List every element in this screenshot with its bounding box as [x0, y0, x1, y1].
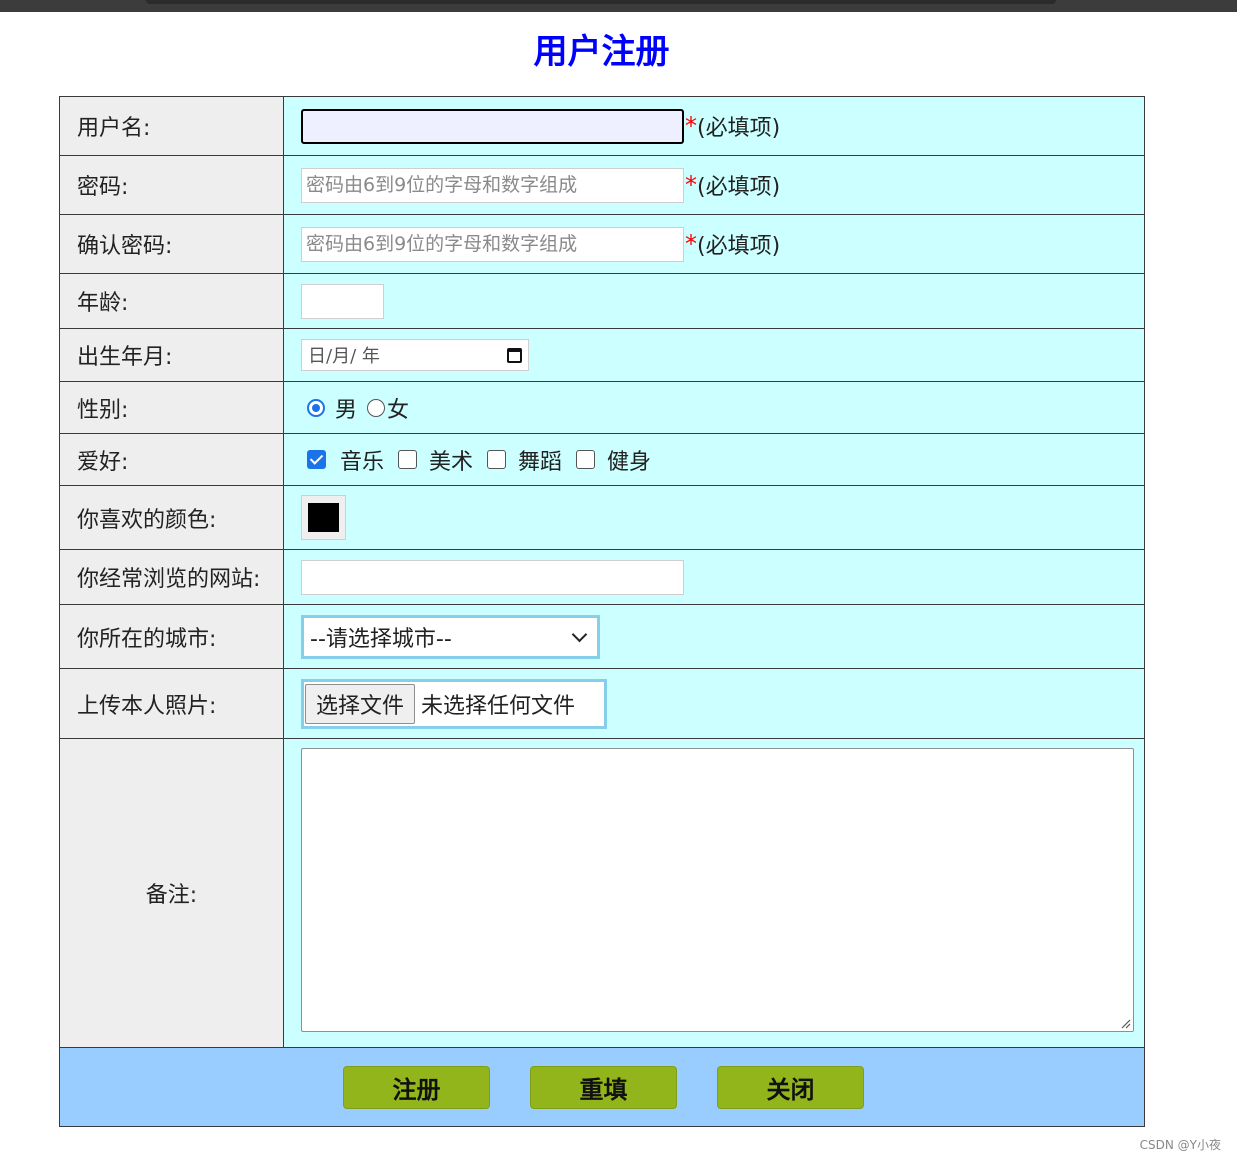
username-input[interactable]: [301, 108, 684, 144]
resize-grip-icon[interactable]: [1119, 1017, 1131, 1029]
row-age: 年龄:: [59, 273, 1145, 329]
row-hobbies: 爱好: 音乐 美术 舞蹈 健身: [59, 433, 1145, 486]
page-title: 用户注册: [533, 32, 670, 72]
close-button[interactable]: 关闭: [717, 1065, 864, 1109]
hobby-option-label: 美术: [429, 449, 474, 475]
gender-radio-female[interactable]: [367, 398, 386, 417]
birth-label: 出生年月:: [59, 328, 284, 382]
hobby-checkbox-music[interactable]: [307, 450, 326, 469]
required-hint: (必填项): [697, 234, 781, 259]
gender-option-label: 女: [387, 397, 410, 423]
row-confirm-password: 确认密码: * (必填项): [59, 214, 1145, 274]
file-status-text: 未选择任何文件: [421, 693, 576, 719]
row-password: 密码: * (必填项): [59, 155, 1145, 215]
city-label: 你所在的城市:: [59, 604, 284, 669]
required-hint: (必填项): [697, 116, 781, 141]
notes-label: 备注:: [59, 738, 284, 1048]
photo-file-input[interactable]: 选择文件 未选择任何文件: [301, 678, 607, 729]
date-format-text: 日/月/ 年: [308, 346, 380, 367]
color-picker[interactable]: [301, 495, 346, 540]
row-birth: 出生年月: 日/月/ 年: [59, 328, 1145, 382]
browser-top-bar: [0, 0, 1237, 12]
city-selected-value: --请选择城市--: [310, 626, 452, 652]
website-input[interactable]: [301, 559, 684, 595]
required-star: *: [685, 171, 697, 199]
notes-textarea[interactable]: [301, 748, 1134, 1032]
color-label: 你喜欢的颜色:: [59, 485, 284, 550]
hobby-option-label: 舞蹈: [518, 449, 563, 475]
register-button[interactable]: 注册: [343, 1065, 490, 1109]
gender-option-label: 男: [335, 397, 358, 423]
chevron-down-icon: [571, 626, 588, 642]
confirm-password-label: 确认密码:: [59, 214, 284, 274]
password-input[interactable]: [301, 167, 684, 203]
browser-tab-edge: [146, 0, 1056, 4]
confirm-password-input[interactable]: [301, 226, 684, 262]
hobby-checkbox-art[interactable]: [398, 450, 418, 469]
hobby-checkbox-fitness[interactable]: [576, 450, 596, 469]
password-label: 密码:: [59, 155, 284, 215]
row-color: 你喜欢的颜色:: [59, 485, 1145, 550]
age-input[interactable]: [301, 283, 384, 319]
city-select[interactable]: --请选择城市--: [301, 614, 600, 659]
required-star: *: [685, 230, 697, 258]
calendar-icon[interactable]: [507, 347, 522, 363]
hobby-checkbox-dance[interactable]: [487, 450, 507, 469]
watermark: CSDN @Y小夜: [1139, 1138, 1221, 1152]
row-website: 你经常浏览的网站:: [59, 549, 1145, 605]
required-star: *: [685, 112, 697, 140]
gender-radio-male[interactable]: [307, 398, 325, 417]
hobbies-label: 爱好:: [59, 433, 284, 486]
hobby-option-label: 音乐: [340, 449, 385, 475]
row-username: 用户名: * (必填项): [59, 96, 1145, 156]
row-actions: 注册 重填 关闭: [59, 1047, 1145, 1127]
birth-date-input[interactable]: 日/月/ 年: [301, 339, 529, 371]
row-notes: 备注:: [59, 738, 1145, 1048]
reset-button[interactable]: 重填: [530, 1065, 677, 1109]
required-hint: (必填项): [697, 175, 781, 200]
row-photo: 上传本人照片: 选择文件 未选择任何文件: [59, 668, 1145, 739]
row-gender: 性别: 男 女: [59, 381, 1145, 434]
hobby-option-label: 健身: [607, 449, 652, 475]
age-label: 年龄:: [59, 273, 284, 329]
username-label: 用户名:: [59, 96, 284, 156]
photo-label: 上传本人照片:: [59, 668, 284, 739]
choose-file-button[interactable]: 选择文件: [305, 683, 416, 724]
registration-form: 用户名: * (必填项) 密码: * (必填项) 确认密码: * (必填项) 年…: [59, 96, 1145, 1127]
row-city: 你所在的城市: --请选择城市--: [59, 604, 1145, 669]
gender-label: 性别:: [59, 381, 284, 434]
color-swatch-fill: [308, 503, 339, 532]
website-label: 你经常浏览的网站:: [59, 549, 284, 605]
